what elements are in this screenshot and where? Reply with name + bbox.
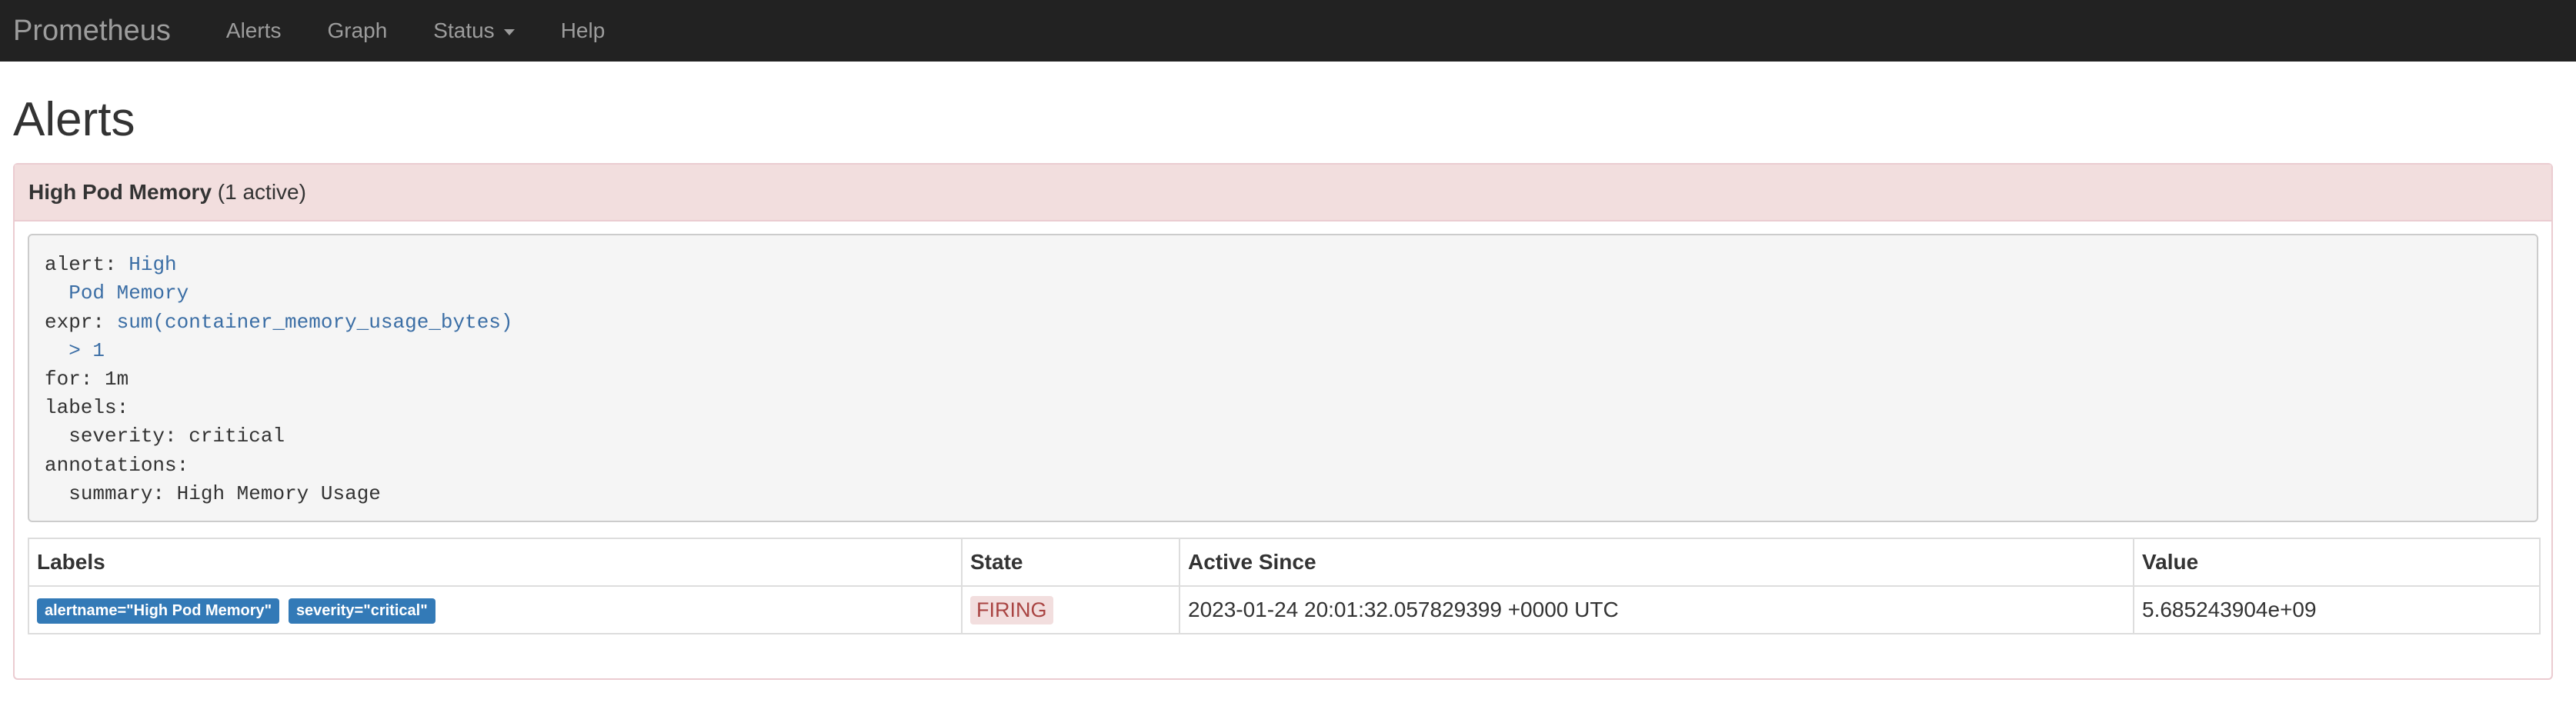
- nav-help[interactable]: Help: [561, 18, 606, 43]
- header-state: State: [961, 538, 1180, 588]
- labels-cell: alertname="High Pod Memory" severity="cr…: [28, 585, 963, 635]
- alerts-table: Labels State Active Since Value alertnam…: [28, 538, 2541, 635]
- header-labels: Labels: [28, 538, 963, 588]
- nav-status-label: Status: [433, 18, 495, 42]
- table-header-row: Labels State Active Since Value: [28, 538, 2541, 588]
- nav-alerts[interactable]: Alerts: [226, 18, 282, 43]
- alert-group-name: High Pod Memory: [28, 180, 212, 205]
- alert-group-body: alert: High Pod Memory expr: sum(contain…: [15, 221, 2551, 647]
- header-value: Value: [2133, 538, 2541, 588]
- label-badge-alertname: alertname="High Pod Memory": [37, 598, 280, 624]
- main-container: Alerts High Pod Memory (1 active) alert:…: [0, 93, 2576, 681]
- state-cell: FIRING: [961, 585, 1180, 635]
- table-row: alertname="High Pod Memory" severity="cr…: [28, 585, 2541, 635]
- alert-group-heading[interactable]: High Pod Memory (1 active): [15, 165, 2551, 222]
- value-cell: 5.685243904e+09: [2133, 585, 2541, 635]
- top-navbar: Prometheus Alerts Graph Status Help: [0, 0, 2576, 62]
- alert-rule-definition: alert: High Pod Memory expr: sum(contain…: [28, 234, 2538, 523]
- active-since-cell: 2023-01-24 20:01:32.057829399 +0000 UTC: [1179, 585, 2134, 635]
- nav-status-dropdown[interactable]: Status: [433, 18, 515, 43]
- alert-active-count: (1 active): [217, 180, 306, 205]
- nav-graph[interactable]: Graph: [327, 18, 387, 43]
- caret-down-icon: [503, 29, 515, 35]
- page-title: Alerts: [13, 93, 135, 146]
- state-badge: FIRING: [970, 595, 1053, 624]
- header-active-since: Active Since: [1179, 538, 2134, 588]
- label-badge-severity: severity="critical": [288, 598, 435, 624]
- alert-group-panel: High Pod Memory (1 active) alert: High P…: [13, 163, 2553, 681]
- brand-link[interactable]: Prometheus: [13, 16, 171, 45]
